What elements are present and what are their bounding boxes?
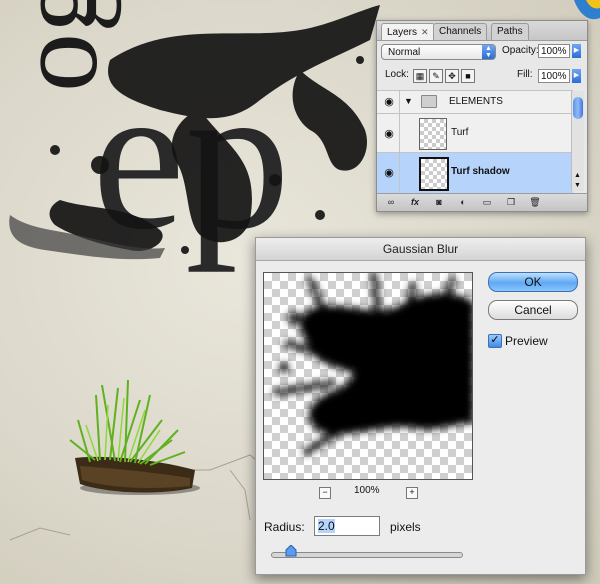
tab-layers-label: Layers	[387, 27, 418, 38]
opacity-slider-arrow-icon[interactable]: ▶	[572, 44, 581, 58]
blur-preview-image	[273, 273, 472, 456]
radius-value: 2.0	[318, 519, 335, 533]
opacity-input[interactable]: 100%	[538, 44, 570, 58]
tab-layers[interactable]: Layers ✕	[381, 23, 435, 40]
disclosure-triangle-icon[interactable]: ▼	[404, 96, 413, 106]
scrollbar-thumb[interactable]	[573, 97, 583, 119]
zoom-out-button[interactable]: −	[319, 487, 331, 499]
tab-channels[interactable]: Channels	[433, 23, 488, 40]
layer-turf[interactable]: ◉ Turf	[377, 113, 573, 154]
preview-checkbox[interactable]: ✓	[488, 334, 502, 348]
radius-units: pixels	[390, 520, 421, 534]
zoom-in-button[interactable]: +	[406, 487, 418, 499]
lock-paint-icon[interactable]: ✎	[429, 69, 443, 83]
lock-all-icon[interactable]: ■	[461, 69, 475, 83]
tab-channels-label: Channels	[439, 26, 482, 37]
panel-tab-bar: Layers ✕ Channels Paths	[377, 21, 587, 41]
layer-group-elements[interactable]: ◉ ▼ ELEMENTS	[377, 90, 573, 113]
blur-preview[interactable]	[263, 272, 473, 480]
new-group-icon[interactable]: ▭	[479, 196, 495, 208]
layer-turf-shadow[interactable]: ◉ Turf shadow	[377, 152, 573, 193]
layers-panel-toolbar: ∞ fx ◙ ◐ ▭ ❐ 🗑	[377, 193, 587, 211]
gaussian-blur-dialog: Gaussian Blur − 100% + OK Cancel ✓ Previ…	[255, 237, 586, 575]
preview-label: Preview	[505, 334, 548, 348]
blend-mode-select[interactable]: Normal ▲ ▼	[381, 44, 496, 60]
new-layer-icon[interactable]: ❐	[503, 196, 519, 208]
link-layers-icon[interactable]: ∞	[383, 196, 399, 208]
radius-label: Radius:	[264, 520, 305, 534]
fill-input[interactable]: 100%	[538, 69, 570, 83]
layer-thumbnail	[419, 157, 449, 191]
layers-scrollbar[interactable]: ▲ ▼	[571, 91, 584, 191]
radius-slider-track[interactable]	[271, 552, 463, 558]
layers-panel: Layers ✕ Channels Paths Normal ▲ ▼ Opacity…	[376, 20, 588, 212]
cancel-button[interactable]: Cancel	[488, 300, 578, 320]
layer-name: Turf	[451, 127, 469, 138]
zoom-level: 100%	[354, 485, 380, 496]
radius-input[interactable]: 2.0	[314, 516, 380, 536]
layer-name: Turf shadow	[451, 166, 510, 177]
dialog-title: Gaussian Blur	[256, 238, 585, 261]
fill-slider-arrow-icon[interactable]: ▶	[572, 69, 581, 83]
radius-slider-handle[interactable]	[285, 545, 297, 557]
scroll-down-arrow-icon[interactable]: ▼	[574, 182, 581, 189]
opacity-label: Opacity:	[502, 45, 539, 56]
fill-label: Fill:	[517, 69, 533, 80]
scroll-up-arrow-icon[interactable]: ▲	[574, 172, 581, 179]
trash-icon[interactable]: 🗑	[527, 196, 543, 208]
eye-icon[interactable]: ◉	[379, 91, 400, 113]
ok-button[interactable]: OK	[488, 272, 578, 292]
eye-icon[interactable]: ◉	[379, 114, 400, 154]
adjustment-layer-icon[interactable]: ◐	[455, 196, 471, 208]
close-icon[interactable]: ✕	[421, 24, 429, 40]
lock-transparency-icon[interactable]: ▦	[413, 69, 427, 83]
tab-paths[interactable]: Paths	[491, 23, 529, 40]
eye-icon[interactable]: ◉	[379, 153, 400, 193]
lock-position-icon[interactable]: ✥	[445, 69, 459, 83]
layer-style-icon[interactable]: fx	[407, 196, 423, 208]
tab-paths-label: Paths	[497, 26, 523, 37]
layer-name: ELEMENTS	[449, 96, 503, 107]
folder-icon	[421, 95, 437, 108]
updown-arrows-icon: ▲ ▼	[482, 45, 495, 59]
layer-thumbnail	[419, 118, 447, 150]
blend-mode-value: Normal	[388, 47, 421, 58]
layer-mask-icon[interactable]: ◙	[431, 196, 447, 208]
lock-label: Lock:	[385, 69, 409, 80]
